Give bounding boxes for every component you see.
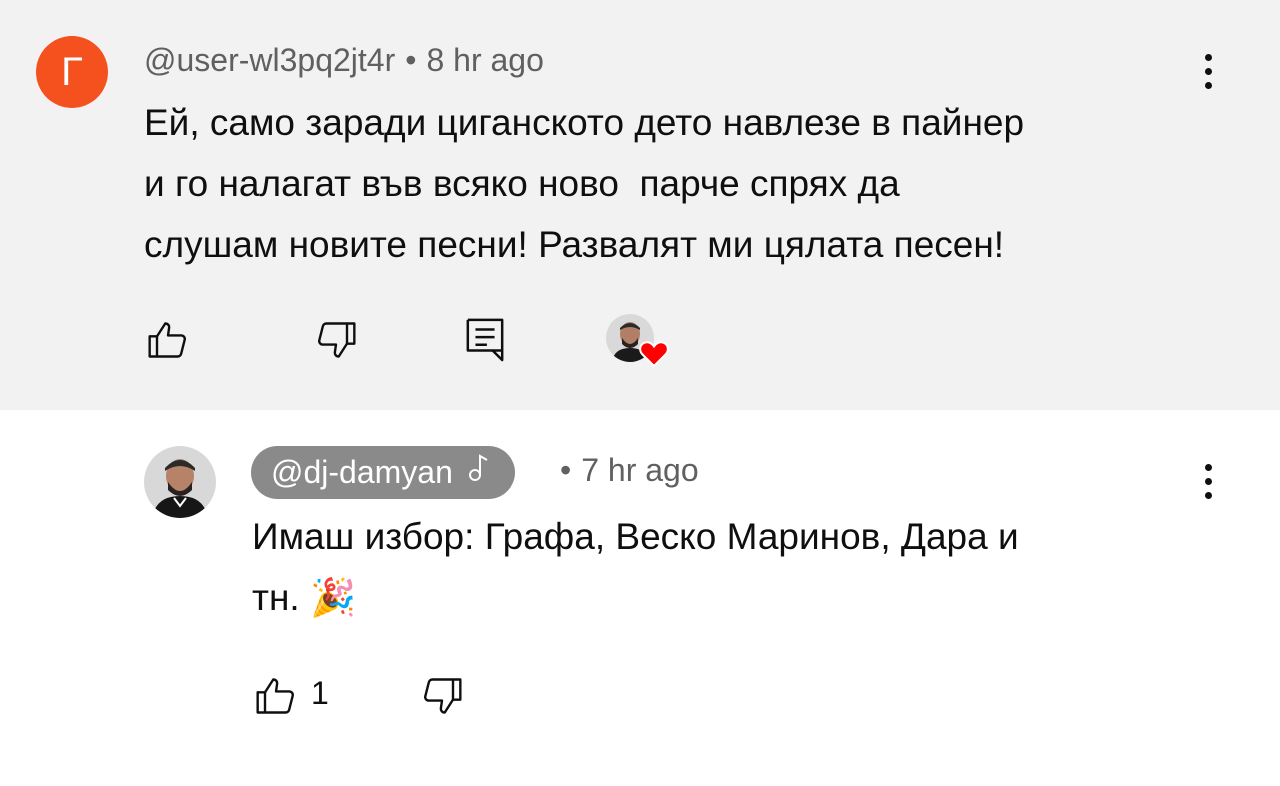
comment-meta: @user-wl3pq2jt4r • 8 hr ago (144, 42, 544, 79)
comment-time: 8 hr ago (426, 42, 544, 78)
thumb-down-icon[interactable] (314, 318, 358, 362)
thumb-down-icon[interactable] (420, 674, 464, 718)
thumb-up-icon[interactable] (254, 674, 298, 718)
reply-meta: • 7 hr ago (560, 452, 699, 489)
meta-separator: • (560, 452, 572, 488)
comment-text: Ей, само заради циганското дето навлезе … (144, 102, 1025, 265)
meta-separator: • (405, 42, 417, 78)
more-options-icon[interactable] (1198, 464, 1218, 504)
channel-owner-badge[interactable]: @dj-damyan (251, 446, 515, 499)
avatar[interactable]: Г (36, 36, 108, 108)
music-note-icon (467, 446, 491, 499)
like-count: 1 (311, 675, 329, 711)
more-options-icon[interactable] (1198, 54, 1218, 94)
comment-author[interactable]: @user-wl3pq2jt4r (144, 42, 395, 78)
comment-thread-parent: Г @user-wl3pq2jt4r • 8 hr ago Ей, само зар… (0, 0, 1280, 410)
thumb-up-icon[interactable] (146, 318, 190, 362)
heart-icon (639, 340, 669, 373)
comment-reply: @dj-damyan • 7 hr ago Имаш избор: Графа, … (0, 410, 1280, 786)
reply-comment-icon[interactable] (464, 316, 506, 362)
reply-author: @dj-damyan (271, 454, 453, 490)
avatar[interactable] (144, 446, 216, 518)
reply-text: Имаш избор: Графа, Веско Маринов, Дара и… (252, 516, 1019, 618)
creator-heart-icon (606, 314, 669, 373)
reply-time: 7 hr ago (581, 452, 699, 488)
